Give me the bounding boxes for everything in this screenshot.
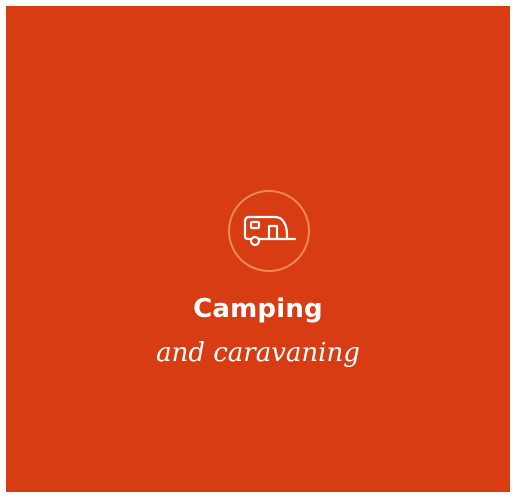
card-subtitle: and caravaning — [156, 338, 360, 368]
card-title: Camping — [193, 294, 323, 324]
icon-circle — [228, 190, 310, 272]
caravan-icon — [243, 215, 297, 247]
category-tile-camping[interactable]: Camping and caravaning — [6, 6, 510, 492]
